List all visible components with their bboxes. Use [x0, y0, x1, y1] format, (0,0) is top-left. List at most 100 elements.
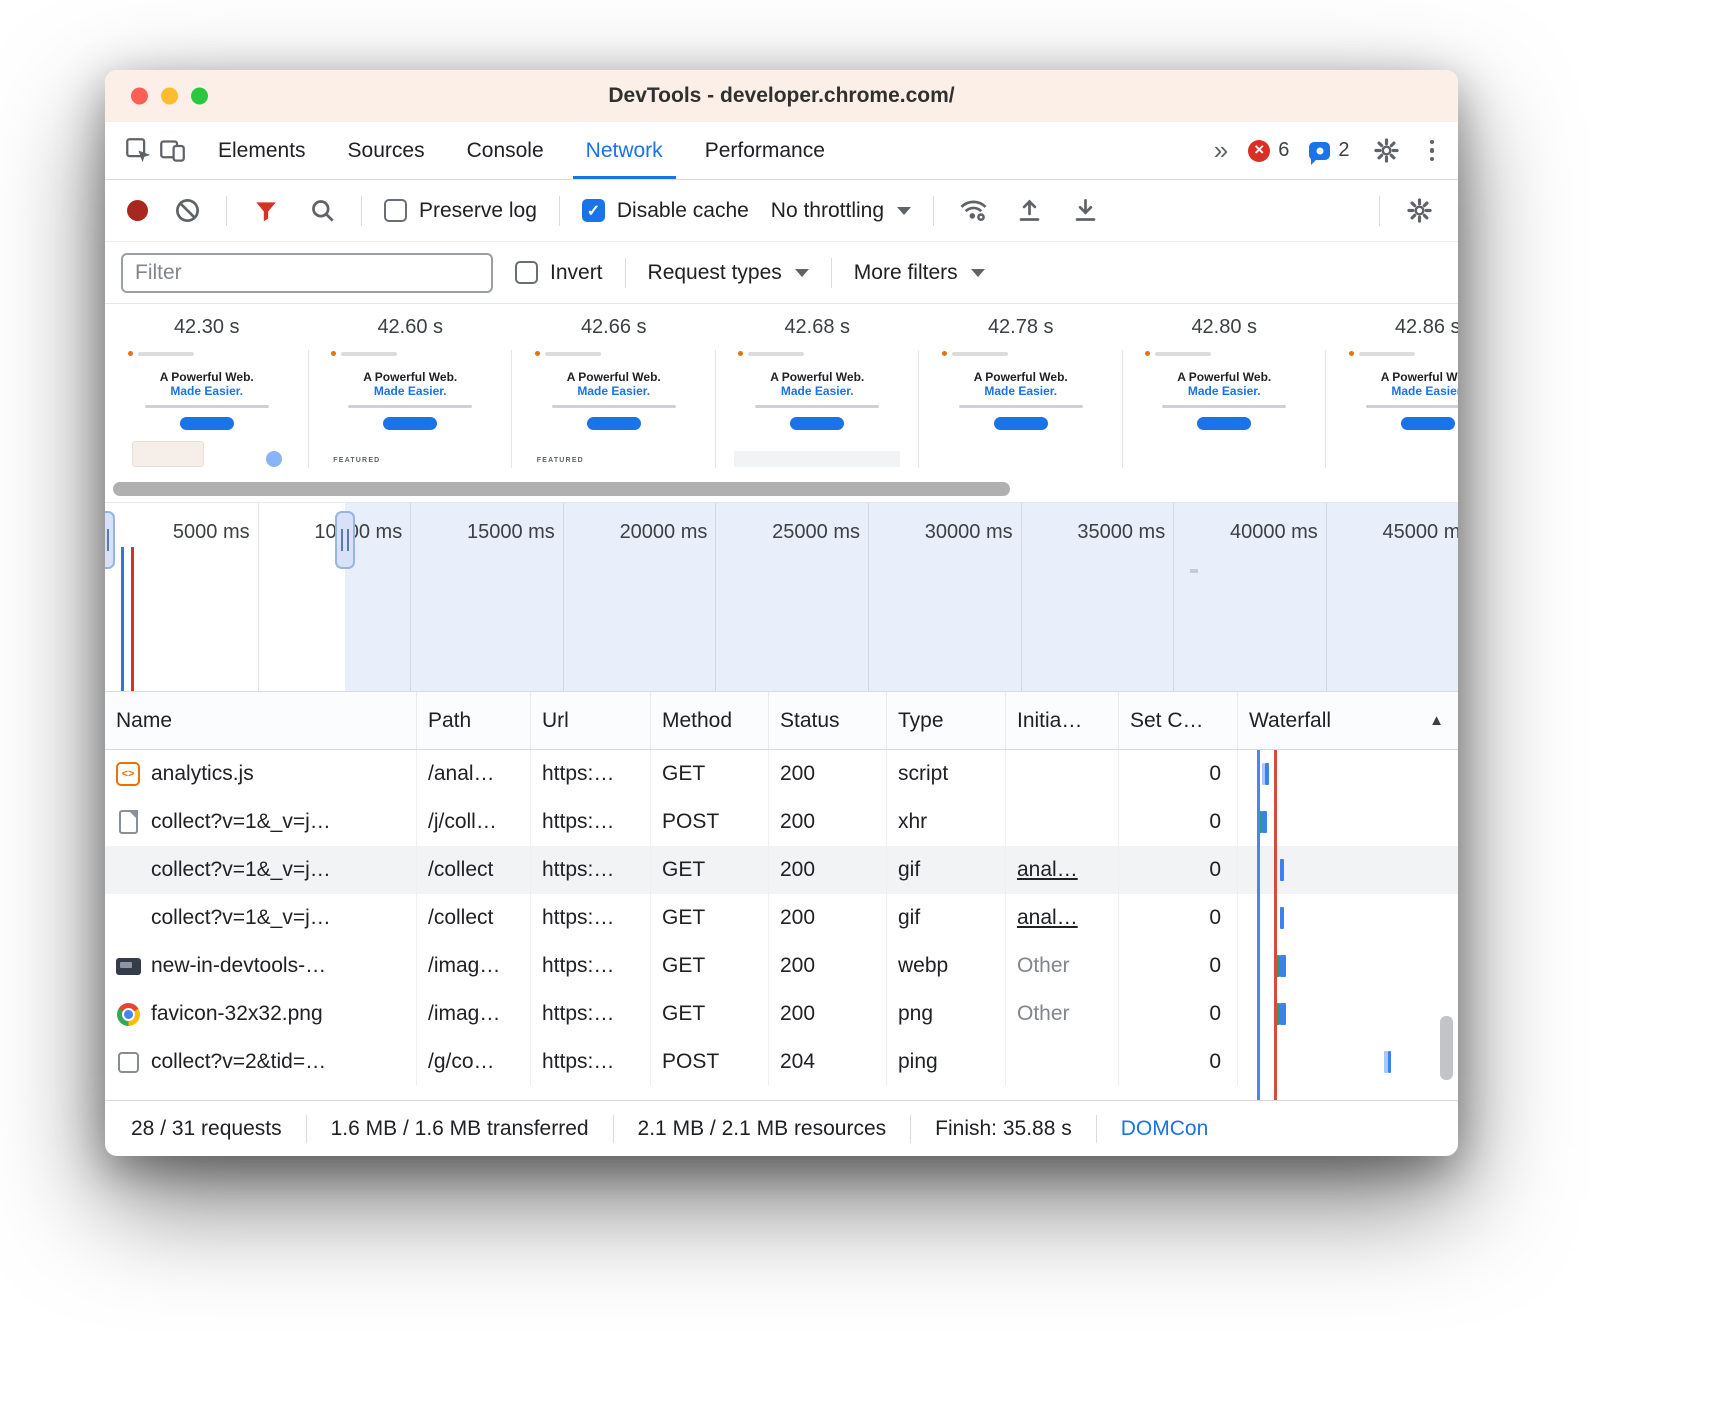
- column-header-setc[interactable]: Set C…: [1119, 692, 1238, 749]
- network-settings-gear-icon[interactable]: [1402, 192, 1436, 230]
- clear-button[interactable]: [170, 192, 204, 230]
- overview-right-handle[interactable]: [335, 511, 355, 569]
- table-row[interactable]: new-in-devtools-…/imag…https:…GET200webp…: [105, 942, 1458, 990]
- tab-label: Network: [586, 139, 663, 163]
- filmstrip-thumbnail[interactable]: A Powerful Web.Made Easier.: [938, 349, 1104, 467]
- overview-left-handle[interactable]: [105, 511, 115, 569]
- cell-type: xhr: [887, 798, 1006, 846]
- table-row[interactable]: favicon-32x32.png/imag…https:…GET200pngO…: [105, 990, 1458, 1038]
- filmstrip-thumbnail[interactable]: A Powerful Web.Made Easier.FEATURED: [327, 349, 493, 467]
- zoom-window-button[interactable]: [191, 88, 208, 105]
- column-header-initia[interactable]: Initia…: [1006, 692, 1119, 749]
- request-method: POST: [662, 810, 719, 834]
- table-row[interactable]: <>analytics.js/anal…https:…GET200script0: [105, 750, 1458, 798]
- request-types-select[interactable]: Request types: [648, 261, 809, 285]
- table-row[interactable]: collect?v=1&_v=j…/collecthttps:…GET200gi…: [105, 846, 1458, 894]
- thumbnail-heading: A Powerful Web.: [124, 370, 290, 384]
- column-header-name[interactable]: Name: [105, 692, 417, 749]
- record-button[interactable]: [127, 200, 148, 221]
- cell-status: 204: [769, 1038, 887, 1086]
- thumbnail-heading: A Powerful Web.: [1141, 370, 1307, 384]
- initiator-link[interactable]: anal…: [1017, 858, 1078, 882]
- invert-label: Invert: [550, 261, 603, 285]
- filmstrip-thumbnail[interactable]: A Powerful Web.Made Easier.: [1345, 349, 1458, 467]
- request-url: https:…: [542, 954, 614, 978]
- disable-cache-checkbox[interactable]: [582, 199, 605, 222]
- column-header-url[interactable]: Url: [531, 692, 651, 749]
- filmstrip-thumbnail[interactable]: A Powerful Web.Made Easier.: [124, 349, 290, 467]
- vertical-scrollbar-thumb[interactable]: [1440, 1016, 1453, 1080]
- column-header-type[interactable]: Type: [887, 692, 1006, 749]
- filmstrip-thumbnail[interactable]: A Powerful Web.Made Easier.FEATURED: [531, 349, 697, 467]
- request-status: 200: [780, 762, 815, 786]
- filmstrip-frame[interactable]: 42.78 sA Powerful Web.Made Easier.: [919, 304, 1123, 476]
- load-event-line: [1274, 750, 1277, 1100]
- cell-initiator: Other: [1006, 990, 1119, 1038]
- name-cell: new-in-devtools-…: [105, 942, 417, 990]
- site-logo-icon: [331, 351, 336, 356]
- request-name: collect?v=2&tid=…: [151, 1050, 326, 1074]
- overview-gridline: [1326, 503, 1327, 691]
- filmstrip-frame[interactable]: 42.68 sA Powerful Web.Made Easier.: [716, 304, 920, 476]
- disable-cache-control[interactable]: Disable cache: [582, 199, 749, 223]
- filmstrip-frame[interactable]: 42.86 sA Powerful Web.Made Easier.: [1326, 304, 1458, 476]
- table-row[interactable]: collect?v=2&tid=…/g/co…https:…POST204pin…: [105, 1038, 1458, 1086]
- invert-checkbox[interactable]: [515, 261, 538, 284]
- invert-control[interactable]: Invert: [515, 261, 603, 285]
- name-cell: <>analytics.js: [105, 750, 417, 798]
- window-title: DevTools - developer.chrome.com/: [608, 84, 954, 108]
- filmstrip-timestamp: 42.80 s: [1123, 316, 1327, 339]
- filmstrip-thumbnail[interactable]: A Powerful Web.Made Easier.: [1141, 349, 1307, 467]
- tab-sources[interactable]: Sources: [327, 122, 446, 179]
- filmstrip-frame[interactable]: 42.80 s A Powerful Web.Made Easier.: [1123, 304, 1327, 476]
- column-header-method[interactable]: Method: [651, 692, 769, 749]
- network-conditions-icon[interactable]: [956, 192, 990, 230]
- horizontal-scrollbar-thumb[interactable]: [113, 482, 1010, 496]
- table-row[interactable]: collect?v=1&_v=j…/collecthttps:…GET200gi…: [105, 894, 1458, 942]
- overview-gridline: [715, 503, 716, 691]
- export-har-icon[interactable]: [1068, 192, 1102, 230]
- network-table-body: <>analytics.js/anal…https:…GET200script0…: [105, 750, 1458, 1100]
- tab-console[interactable]: Console: [446, 122, 565, 179]
- kebab-menu-icon[interactable]: [1424, 136, 1441, 166]
- settings-gear-icon[interactable]: [1370, 132, 1404, 170]
- request-method: GET: [662, 858, 705, 882]
- filmstrip-frame[interactable]: 42.66 s A Powerful Web.Made Easier.FEATUR…: [512, 304, 716, 476]
- filter-icon[interactable]: [249, 192, 283, 230]
- timeline-overview[interactable]: 5000 ms10000 ms15000 ms20000 ms25000 ms3…: [105, 502, 1458, 692]
- divider: [559, 196, 560, 226]
- search-icon[interactable]: [305, 192, 339, 230]
- device-toolbar-icon[interactable]: [155, 132, 189, 170]
- initiator-link[interactable]: anal…: [1017, 906, 1078, 930]
- set-cookies-value: 0: [1209, 954, 1221, 978]
- preserve-log-control[interactable]: Preserve log: [384, 199, 537, 223]
- filmstrip-thumbnail[interactable]: A Powerful Web.Made Easier.: [734, 349, 900, 467]
- table-row[interactable]: collect?v=1&_v=j…/j/coll…https:…POST200x…: [105, 798, 1458, 846]
- tab-performance[interactable]: Performance: [684, 122, 846, 179]
- cell-initiator: [1006, 1038, 1119, 1086]
- tab-elements[interactable]: Elements: [197, 122, 327, 179]
- column-header-path[interactable]: Path: [417, 692, 531, 749]
- minimize-window-button[interactable]: [161, 88, 178, 105]
- more-filters-select[interactable]: More filters: [854, 261, 985, 285]
- filmstrip-frame[interactable]: 42.60 sA Powerful Web.Made Easier.FEATUR…: [309, 304, 513, 476]
- inspect-element-icon[interactable]: [121, 132, 155, 170]
- header-text-bar: [952, 352, 1008, 356]
- column-header-waterfall[interactable]: Waterfall▲: [1238, 692, 1458, 749]
- image-preview-icon: [116, 958, 141, 975]
- filmstrip-frame[interactable]: 42.30 sA Powerful Web.Made Easier.: [105, 304, 309, 476]
- throttling-select[interactable]: No throttling: [771, 199, 911, 223]
- cell-set-cookies: 0: [1119, 798, 1238, 846]
- cta-button: [180, 417, 234, 430]
- more-tabs-icon[interactable]: »: [1214, 135, 1228, 166]
- close-window-button[interactable]: [131, 88, 148, 105]
- import-har-icon[interactable]: [1012, 192, 1046, 230]
- column-header-status[interactable]: Status: [769, 692, 887, 749]
- error-badge[interactable]: 6: [1248, 139, 1289, 162]
- issues-badge[interactable]: 2: [1309, 139, 1349, 162]
- tab-network[interactable]: Network: [565, 122, 684, 179]
- filter-input[interactable]: [121, 253, 493, 293]
- site-logo-icon: [128, 351, 133, 356]
- filmstrip-timestamp: 42.66 s: [512, 316, 716, 339]
- preserve-log-checkbox[interactable]: [384, 199, 407, 222]
